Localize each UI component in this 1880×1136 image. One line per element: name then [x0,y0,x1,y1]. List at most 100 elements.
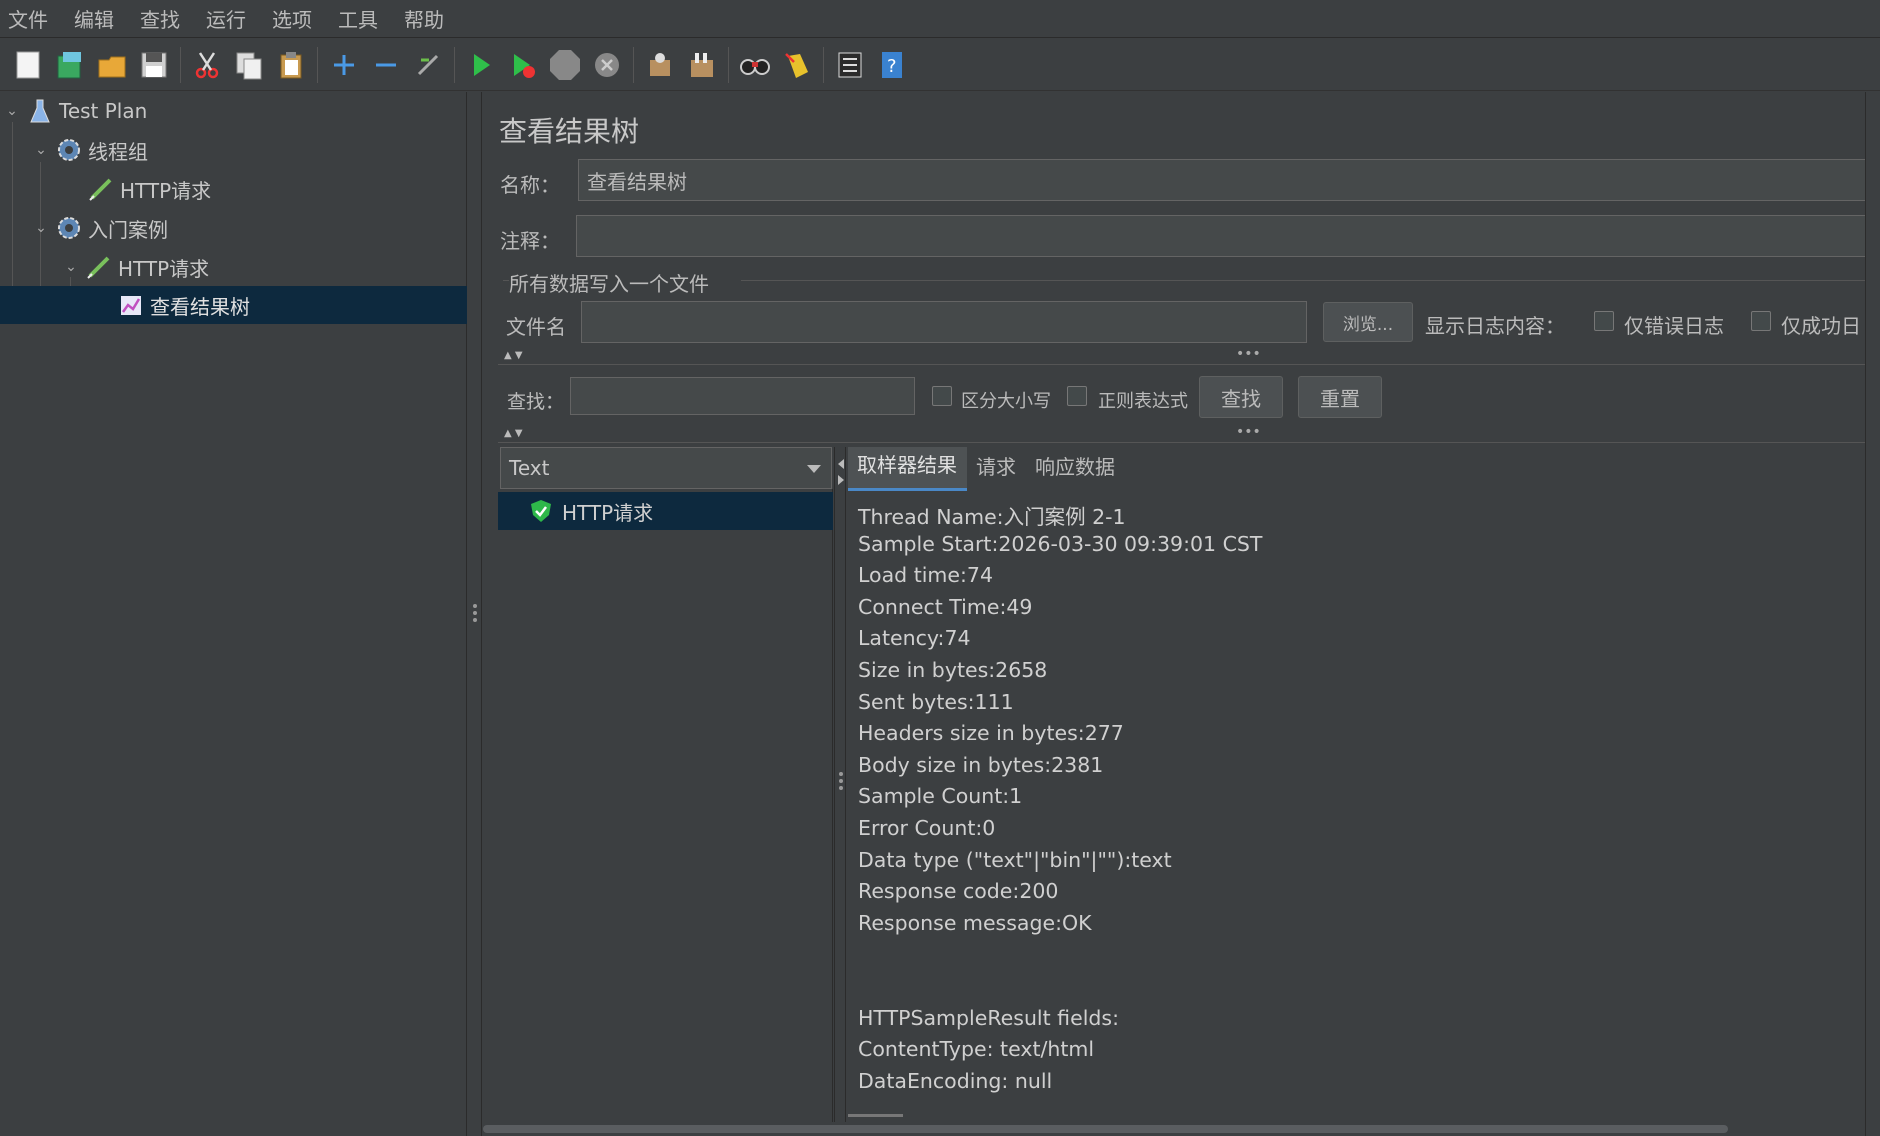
browse-button[interactable]: 浏览... [1323,302,1413,342]
result-splitter[interactable] [834,447,846,1136]
splitter-grip [839,772,843,776]
regex-label: 正则表达式 [1098,391,1188,412]
horizontal-scrollbar[interactable] [483,1122,1863,1136]
tree-item-thread-group[interactable]: ⌄ 线程组 [0,131,467,169]
tree-item-http-request[interactable]: HTTP请求 [0,170,467,208]
gear-icon [56,215,82,241]
find-button[interactable]: 查找 [1199,376,1283,418]
tab-sampler-result[interactable]: 取样器结果 [848,447,967,491]
result-line: DataEncoding: null [858,1068,1053,1093]
chevron-down-icon[interactable]: ⌄ [32,220,50,236]
gear-icon [56,137,82,163]
chevron-down-icon [807,465,821,473]
renderer-select[interactable]: Text [500,447,832,489]
templates-icon[interactable] [52,47,88,83]
menu-help[interactable]: 帮助 [404,4,444,33]
tree-item-label: 入门案例 [88,217,168,242]
menu-run[interactable]: 运行 [206,4,246,33]
name-input[interactable]: 查看结果树 [578,159,1868,201]
shutdown-icon[interactable] [589,47,625,83]
caret-right-icon[interactable] [838,475,844,485]
menu-bar: 文件 编辑 查找 运行 选项 工具 帮助 [0,0,1880,38]
result-line: ContentType: text/html [858,1037,1095,1062]
search-icon[interactable] [737,47,773,83]
stop-icon[interactable] [547,47,583,83]
menu-search[interactable]: 查找 [140,4,180,33]
clear-icon[interactable] [642,47,678,83]
menu-edit[interactable]: 编辑 [74,4,114,33]
comment-input[interactable] [576,215,1868,257]
search-input[interactable] [570,377,915,415]
case-sensitive-checkbox[interactable] [932,386,952,406]
splitter-grip [839,779,843,783]
file-section-title: 所有数据写入一个文件 [509,272,709,296]
case-sensitive-label: 区分大小写 [961,391,1051,412]
list-item-label: HTTP请求 [562,500,654,525]
start-no-pause-icon[interactable] [505,47,541,83]
menu-file[interactable]: 文件 [8,4,48,33]
toggle-icon[interactable] [410,47,446,83]
collapse-arrows-icon[interactable]: ▲ ▼ [504,350,523,361]
chevron-down-icon[interactable]: ⌄ [3,103,21,119]
errors-only-label: 仅错误日志 [1624,314,1724,338]
expand-icon[interactable] [326,47,362,83]
tree-item-label: HTTP请求 [120,178,212,203]
success-only-checkbox[interactable] [1751,311,1771,331]
scrollbar-thumb[interactable] [483,1125,1728,1133]
splitter-grip [839,786,843,790]
result-line: Size in bytes:2658 [858,657,1048,682]
copy-icon[interactable] [231,47,267,83]
tree-item-view-results-tree[interactable]: 查看结果树 [0,286,467,324]
section-divider [498,442,1868,443]
save-icon[interactable] [136,47,172,83]
toolbar-separator [454,46,455,83]
reset-search-icon[interactable] [779,47,815,83]
tree-item-test-plan[interactable]: ⌄ Test Plan [0,92,467,130]
tab-response-data[interactable]: 响应数据 [1026,447,1125,491]
open-icon[interactable] [94,47,130,83]
tree-item-http-request[interactable]: ⌄ HTTP请求 [0,248,467,286]
menu-tools[interactable]: 工具 [338,4,378,33]
cut-icon[interactable] [189,47,225,83]
toolbar: ? [0,39,1880,91]
log-content-label: 显示日志内容： [1425,314,1565,338]
menu-options[interactable]: 选项 [272,4,312,33]
errors-only-checkbox[interactable] [1594,311,1614,331]
sample-result-list [498,489,833,1136]
toolbar-separator [180,46,181,83]
toolbar-separator [823,46,824,83]
collapse-arrows-icon[interactable]: ▲ ▼ [504,428,523,439]
tree-item-getting-started[interactable]: ⌄ 入门案例 [0,209,467,247]
splitter-grip[interactable]: ••• [1236,424,1261,440]
splitter-grip[interactable]: ••• [1236,346,1261,362]
regex-checkbox[interactable] [1067,386,1087,406]
pencil-icon [88,176,114,202]
help-icon[interactable]: ? [874,47,910,83]
new-icon[interactable] [10,47,46,83]
tree-item-label: 线程组 [88,139,148,164]
start-icon[interactable] [463,47,499,83]
reset-button[interactable]: 重置 [1298,376,1382,418]
result-line [858,974,1858,1006]
caret-left-icon[interactable] [838,459,844,469]
filename-input[interactable] [581,301,1307,343]
tab-request[interactable]: 请求 [967,447,1026,491]
name-label: 名称： [500,173,560,197]
toolbar-separator [728,46,729,83]
paste-icon[interactable] [273,47,309,83]
chevron-down-icon[interactable]: ⌄ [62,259,80,275]
collapse-icon[interactable] [368,47,404,83]
vertical-scrollbar[interactable] [1865,92,1879,1136]
chevron-down-icon[interactable]: ⌄ [32,142,50,158]
result-line [858,942,1858,974]
result-line: Sent bytes:111 [858,689,1014,714]
result-line: HTTPSampleResult fields: [858,1005,1120,1030]
success-only-label: 仅成功日 [1781,314,1861,338]
svg-text:?: ? [887,56,897,77]
function-helper-icon[interactable] [832,47,868,83]
clear-all-icon[interactable] [684,47,720,83]
list-item[interactable]: HTTP请求 [498,492,833,530]
tree-item-label: 查看结果树 [150,294,250,319]
view-results-tree-panel: 查看结果树 名称： 查看结果树 注释： 所有数据写入一个文件 文件名 浏览...… [483,92,1868,1136]
tree-splitter[interactable] [468,92,482,1136]
